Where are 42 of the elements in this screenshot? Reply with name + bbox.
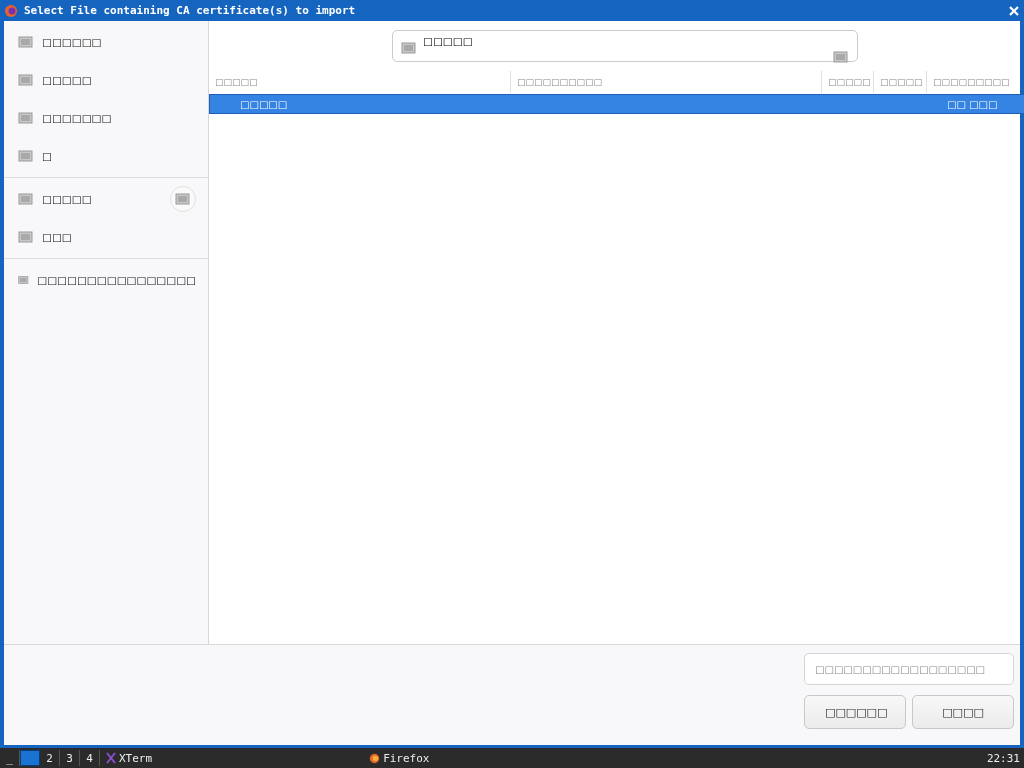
cancel-button[interactable]: □□□□□□ [804,695,906,729]
column-header[interactable]: □□□□□□□□□ [926,71,1019,93]
sidebar-item[interactable]: □□□□□□□ [42,112,196,124]
drive-icon [18,149,34,163]
edit-icon [833,50,849,64]
taskbar-task[interactable]: XTerm [119,751,153,765]
open-button[interactable]: □□□□ [912,695,1014,729]
sidebar-item[interactable]: □□□□□□□□□□□□□□□□ [37,274,196,286]
sidebar-item[interactable]: □□□□□ [42,193,162,205]
workspace-button[interactable]: 2 [40,750,60,766]
sidebar-item[interactable]: □□□□□□ [42,36,196,48]
column-header[interactable]: □□□□□□□□□□ [510,71,821,93]
folder-icon [401,41,417,55]
workspace-button[interactable] [20,750,40,766]
drive-icon [18,73,34,87]
workspace-button[interactable]: 3 [60,750,80,766]
eject-button[interactable] [170,186,196,212]
sidebar-item[interactable]: □□□□□ [42,74,196,86]
drive-icon [18,230,34,244]
window-title: Select File containing CA certificate(s) to import [24,4,357,17]
close-icon[interactable] [1008,4,1020,17]
x-logo-icon [106,752,116,764]
sidebar-item[interactable]: □□□ [42,231,196,243]
sidebar-item[interactable]: □ [42,150,196,162]
column-header[interactable]: □□□□□ [821,71,873,93]
drive-icon [175,192,191,206]
workspace-button[interactable]: 4 [80,750,100,766]
drive-icon [18,192,34,206]
drive-icon [18,273,30,287]
fox-logo-icon [4,3,18,18]
taskbar-task[interactable]: Firefox [383,751,430,765]
column-header[interactable]: □□□□□ [209,71,510,93]
path-button[interactable]: □□□□□ [392,30,858,62]
file-row[interactable]: □□□□□ □□ □□□ [209,94,1024,114]
filter-field[interactable]: □□□□□□□□□□□□□□□□□□ [804,653,1014,685]
drive-icon [18,35,34,49]
fox-logo-icon [369,752,381,764]
clock: 22:31 [986,751,1021,765]
file-name: □□□□□ [239,98,289,110]
drive-icon [18,111,34,125]
file-modified: □□ □□□ [946,98,999,110]
column-header[interactable]: □□□□□ [873,71,926,93]
